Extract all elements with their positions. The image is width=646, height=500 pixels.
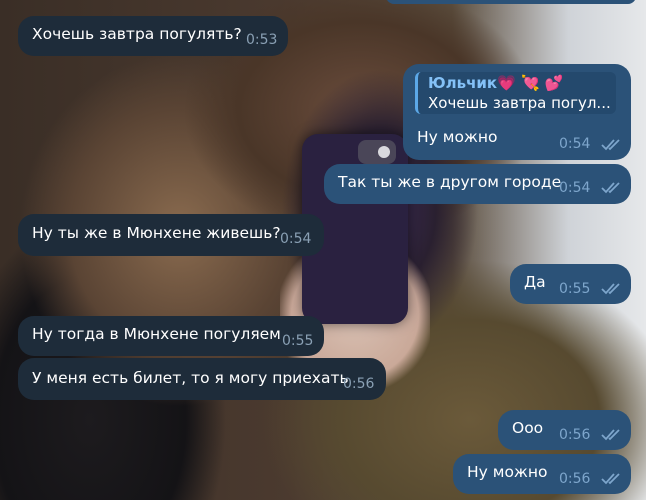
- message-time: 0:54: [280, 231, 312, 247]
- message-bubble-outgoing-reply[interactable]: Юльчик💗 💘 💕 Хочешь завтра погул... Ну мо…: [403, 64, 631, 160]
- message-bubble-incoming[interactable]: Ну ты же в Мюнхене живешь? 0:54: [18, 214, 324, 256]
- message-bubble-outgoing[interactable]: Ооо 0:56: [498, 410, 631, 450]
- message-text: У меня есть билет, то я могу приехать: [32, 369, 349, 387]
- message-bubble-partial[interactable]: [386, 0, 636, 4]
- message-bubble-incoming[interactable]: Хочешь завтра погулять? 0:53: [18, 16, 288, 56]
- wallpaper-phone-camera: [358, 140, 396, 164]
- double-check-icon: [601, 138, 623, 152]
- message-time: 0:54: [559, 180, 591, 196]
- reply-sender-name: Юльчик💗 💘 💕: [428, 74, 564, 92]
- message-text: Ну ты же в Мюнхене живешь?: [32, 224, 281, 242]
- message-text: Ну тогда в Мюнхене погуляем: [32, 325, 281, 343]
- double-check-icon: [601, 428, 623, 442]
- message-text: Ооо: [512, 419, 544, 437]
- double-check-icon: [601, 472, 623, 486]
- message-time: 0:53: [246, 32, 278, 48]
- message-text: Ну можно: [467, 463, 548, 481]
- double-check-icon: [601, 181, 623, 195]
- message-bubble-incoming[interactable]: Ну тогда в Мюнхене погуляем 0:55: [18, 316, 324, 356]
- message-time: 0:54: [559, 136, 591, 152]
- message-time: 0:55: [559, 281, 591, 297]
- message-time: 0:56: [343, 376, 375, 392]
- message-time: 0:56: [559, 471, 591, 487]
- message-bubble-incoming[interactable]: У меня есть билет, то я могу приехать 0:…: [18, 358, 386, 400]
- message-bubble-outgoing[interactable]: Так ты же в другом городе 0:54: [324, 164, 631, 204]
- message-text: Хочешь завтра погулять?: [32, 25, 242, 43]
- message-time: 0:55: [282, 333, 314, 349]
- message-text: Так ты же в другом городе: [338, 173, 562, 191]
- message-bubble-outgoing[interactable]: Да 0:55: [510, 264, 631, 304]
- message-time: 0:56: [559, 427, 591, 443]
- double-check-icon: [601, 282, 623, 296]
- message-bubble-outgoing[interactable]: Ну можно 0:56: [453, 454, 631, 494]
- message-text: Ну можно: [417, 128, 498, 146]
- reply-quote[interactable]: Юльчик💗 💘 💕 Хочешь завтра погул...: [415, 72, 616, 114]
- reply-snippet: Хочешь завтра погул...: [428, 94, 611, 112]
- message-text: Да: [524, 273, 546, 291]
